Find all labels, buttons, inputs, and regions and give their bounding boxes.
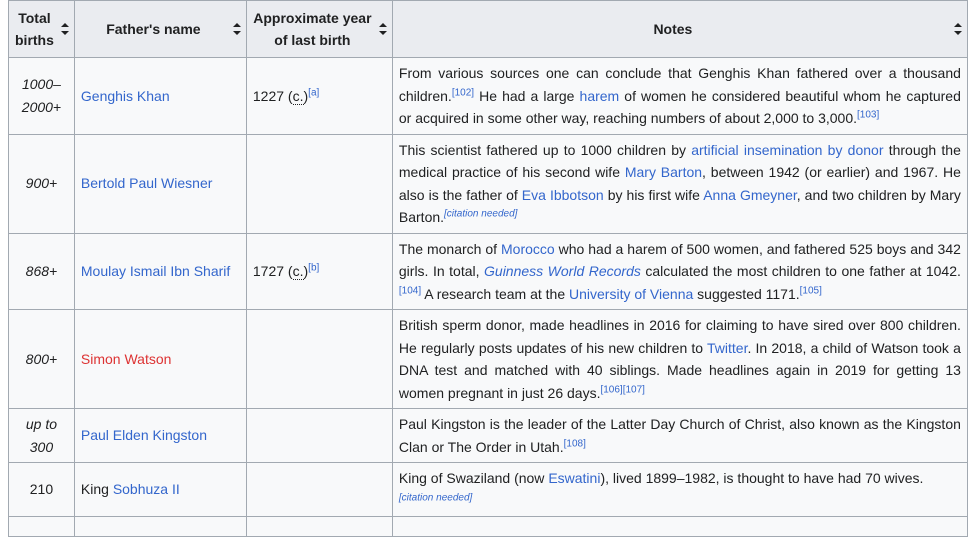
header-row: Total births Father's name Approximate y… [8,0,968,58]
father-cell [73,516,247,537]
header-last-birth-label: Approximate year of last birth [253,10,372,48]
births-cell [8,516,75,537]
table-row: 900+ Bertold Paul Wiesner This scientist… [8,133,968,234]
morocco-link[interactable]: Morocco [501,241,555,257]
year-cell [245,516,393,537]
circa-abbr[interactable]: c. [292,263,304,280]
citation-ref[interactable]: [107] [623,384,645,395]
father-link[interactable]: Bertold Paul Wiesner [81,175,213,191]
citation-ref[interactable]: [108] [564,438,586,449]
father-redlink[interactable]: Simon Watson [81,351,172,367]
header-father-name-label: Father's name [106,21,201,37]
note-text: King of Swaziland (now [398,470,549,486]
births-cell: 1000–2000+ [8,57,75,135]
harem-link[interactable]: harem [580,88,620,104]
note-text: ), lived 1899–1982, is thought to have h… [600,470,924,486]
note-ref[interactable]: [a] [308,87,319,98]
header-total-births-label: Total births [15,10,54,48]
notes-cell: The monarch of Morocco who had a harem o… [391,232,968,310]
vienna-link[interactable]: University of Vienna [569,286,693,302]
table-row [8,516,968,537]
note-text: Paul Kingston is the leader of the Latte… [398,416,961,455]
header-last-birth[interactable]: Approximate year of last birth [245,0,393,58]
father-cell: King Sobhuza II [73,462,247,517]
citation-needed-link[interactable]: [citation needed] [399,492,472,503]
notes-cell: King of Swaziland (now Eswatini), lived … [391,462,968,517]
eva-ibbotson-link[interactable]: Eva Ibbotson [522,187,604,203]
citation-ref[interactable]: [106] [600,384,622,395]
table-row: 800+ Simon Watson British sperm donor, m… [8,309,968,409]
year-value: 1227 [252,87,285,104]
header-notes-label: Notes [653,21,693,37]
fathers-table: Total births Father's name Approximate y… [8,0,968,537]
father-link[interactable]: Paul Elden Kingston [81,427,207,443]
sort-icon[interactable] [378,22,387,36]
father-cell: Paul Elden Kingston [73,408,247,463]
notes-cell [391,516,968,537]
births-cell: 868+ [8,232,75,310]
notes-cell: From various sources one can conclude th… [391,57,968,135]
note-text: A research team at the [421,285,570,302]
header-notes[interactable]: Notes [391,0,968,58]
father-link[interactable]: Moulay Ismail Ibn Sharif [81,263,230,279]
father-cell: Simon Watson [73,309,247,409]
births-cell: 210 [8,462,75,517]
year-cell [245,462,393,517]
insemination-link[interactable]: artificial insemination by donor [691,142,883,158]
year-cell [245,133,393,234]
table-row: up to 300 Paul Elden Kingston Paul Kings… [8,408,968,463]
births-cell: 800+ [8,309,75,409]
table-row: 1000–2000+ Genghis Khan 1227 (c.)[a] Fro… [8,57,968,135]
year-cell: 1227 (c.)[a] [245,57,393,135]
anna-gmeyner-link[interactable]: Anna Gmeyner [703,187,797,203]
citation-ref[interactable]: [105] [800,285,822,296]
citation-ref[interactable]: [104] [399,285,421,296]
table-row: 210 King Sobhuza II King of Swaziland (n… [8,462,968,517]
citation-ref[interactable]: [102] [452,87,474,98]
note-text: This scientist fathered up to 1000 child… [398,141,692,158]
sort-icon[interactable] [953,22,962,36]
notes-cell: Paul Kingston is the leader of the Latte… [391,408,968,463]
notes-cell: British sperm donor, made headlines in 2… [391,309,968,409]
eswatini-link[interactable]: Eswatini [548,470,600,486]
father-cell: Moulay Ismail Ibn Sharif [73,232,247,310]
year-cell: 1727 (c.)[b] [245,232,393,310]
note-text: calculated the most children to one fath… [640,263,961,279]
header-total-births[interactable]: Total births [8,0,75,58]
father-link[interactable]: Sobhuza II [113,481,180,497]
circa-abbr[interactable]: c. [292,87,304,105]
year-cell [245,309,393,409]
note-text: The monarch of [398,240,501,257]
guinness-link[interactable]: Guinness World Records [484,263,641,279]
father-link[interactable]: Genghis Khan [81,88,170,104]
births-cell: up to 300 [8,408,75,463]
births-cell: 900+ [8,133,75,234]
citation-ref[interactable]: [103] [857,109,879,120]
table-row: 868+ Moulay Ismail Ibn Sharif 1727 (c.)[… [8,232,968,310]
citation-needed-link[interactable]: [citation needed] [444,208,517,219]
father-prefix: King [80,481,113,498]
note-text: suggested 1171. [693,285,800,302]
header-father-name[interactable]: Father's name [73,0,247,58]
twitter-link[interactable]: Twitter [707,340,747,356]
father-cell: Bertold Paul Wiesner [73,133,247,234]
year-cell [245,408,393,463]
father-cell: Genghis Khan [73,57,247,135]
year-value: 1727 [252,263,285,279]
note-text: by his first wife [603,186,704,203]
note-ref[interactable]: [b] [308,262,319,273]
mary-barton-link[interactable]: Mary Barton [625,164,702,180]
note-text: He had a large [474,87,580,104]
sort-icon[interactable] [60,22,69,36]
sort-icon[interactable] [232,22,241,36]
notes-cell: This scientist fathered up to 1000 child… [391,133,968,234]
